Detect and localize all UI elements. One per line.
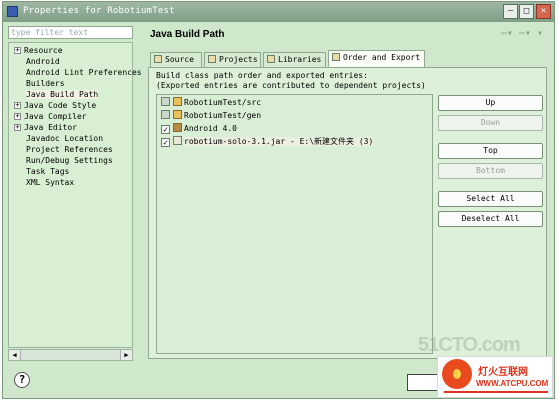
tree-item-builders[interactable]: Builders bbox=[9, 78, 65, 89]
down-button[interactable]: Down bbox=[438, 115, 543, 131]
tree-item-resource[interactable]: + Resource bbox=[9, 45, 63, 56]
preferences-sidebar: type filter text + Resource Android Andro… bbox=[8, 26, 142, 362]
page-title: Java Build Path bbox=[150, 29, 225, 40]
property-page-tree[interactable]: + Resource Android Android Lint Preferenc… bbox=[8, 42, 142, 348]
deselect-all-button[interactable]: Deselect All bbox=[438, 211, 543, 227]
filter-input[interactable]: type filter text bbox=[8, 26, 133, 39]
help-icon[interactable]: ? bbox=[14, 372, 30, 388]
logo-chinese-text: 灯火互联网 bbox=[478, 367, 528, 378]
source-folder-icon bbox=[173, 97, 182, 106]
tree-item-java-build-path[interactable]: Java Build Path bbox=[9, 89, 99, 100]
page-header: Java Build Path ⇦▾ ⇨▾ ▾ bbox=[142, 24, 551, 46]
tree-item-java-code-style[interactable]: + Java Code Style bbox=[9, 100, 96, 111]
select-all-button[interactable]: Select All bbox=[438, 191, 543, 207]
eclipse-app-icon bbox=[7, 6, 18, 17]
expand-icon[interactable]: + bbox=[14, 113, 21, 120]
maximize-button[interactable]: □ bbox=[519, 4, 534, 19]
top-button[interactable]: Top bbox=[438, 143, 543, 159]
tree-item-java-compiler[interactable]: + Java Compiler bbox=[9, 111, 87, 122]
classpath-entries-list[interactable]: RobotiumTest/src RobotiumTest/gen ✓ Andro… bbox=[156, 94, 433, 354]
expand-icon[interactable]: + bbox=[14, 102, 21, 109]
logo-url-text: WWW.ATCPU.COM bbox=[476, 379, 549, 388]
export-checkbox[interactable]: ✓ bbox=[161, 138, 170, 147]
close-button[interactable]: ✕ bbox=[536, 4, 551, 19]
libraries-icon bbox=[267, 55, 275, 63]
site-logo-badge: 灯火互联网 WWW.ATCPU.COM bbox=[437, 356, 553, 398]
watermark-51cto: 51CTO.com bbox=[418, 334, 521, 356]
source-folder-icon bbox=[173, 110, 182, 119]
jar-icon bbox=[173, 136, 182, 145]
tab-source[interactable]: Source bbox=[150, 52, 202, 68]
description: Build class path order and exported entr… bbox=[156, 71, 426, 90]
expand-icon[interactable]: + bbox=[14, 47, 21, 54]
export-checkbox[interactable] bbox=[161, 97, 170, 106]
order-export-panel: Build class path order and exported entr… bbox=[148, 67, 547, 359]
title-bar[interactable]: Properties for RobotiumTest – □ ✕ bbox=[3, 2, 554, 22]
library-icon bbox=[173, 123, 182, 132]
expand-icon[interactable]: + bbox=[14, 124, 21, 131]
up-button[interactable]: Up bbox=[438, 95, 543, 111]
view-menu-icon[interactable]: ▾ bbox=[537, 28, 543, 39]
forward-arrow-icon[interactable]: ⇨▾ bbox=[519, 28, 531, 39]
list-item[interactable]: ✓ robotium-solo-3.1.jar - E:\新建文件夹 (3) bbox=[161, 136, 374, 148]
list-item[interactable]: RobotiumTest/src bbox=[161, 97, 261, 109]
tree-item-java-editor[interactable]: + Java Editor bbox=[9, 122, 77, 133]
window-title: Properties for RobotiumTest bbox=[23, 6, 175, 16]
export-checkbox[interactable] bbox=[161, 110, 170, 119]
scroll-left-icon[interactable]: ◀ bbox=[9, 350, 21, 360]
list-item[interactable]: RobotiumTest/gen bbox=[161, 110, 261, 122]
source-folder-icon bbox=[154, 55, 162, 63]
tree-item-android[interactable]: Android bbox=[9, 56, 60, 67]
horizontal-scrollbar[interactable]: ◀ ▶ bbox=[8, 349, 133, 361]
scroll-right-icon[interactable]: ▶ bbox=[120, 350, 132, 360]
tab-order-and-export[interactable]: Order and Export bbox=[328, 50, 425, 68]
back-arrow-icon[interactable]: ⇦▾ bbox=[501, 28, 513, 39]
tab-libraries[interactable]: Libraries bbox=[263, 52, 326, 68]
tab-projects[interactable]: Projects bbox=[204, 52, 261, 68]
list-item[interactable]: ✓ Android 4.0 bbox=[161, 123, 237, 135]
tree-item-task-tags[interactable]: Task Tags bbox=[9, 166, 69, 177]
bottom-button[interactable]: Bottom bbox=[438, 163, 543, 179]
tree-item-xml-syntax[interactable]: XML Syntax bbox=[9, 177, 74, 188]
navigation-arrows[interactable]: ⇦▾ ⇨▾ ▾ bbox=[501, 28, 543, 39]
export-checkbox[interactable]: ✓ bbox=[161, 125, 170, 134]
projects-icon bbox=[208, 55, 216, 63]
tree-item-run-debug-settings[interactable]: Run/Debug Settings bbox=[9, 155, 113, 166]
minimize-button[interactable]: – bbox=[503, 4, 518, 19]
tree-item-project-references[interactable]: Project References bbox=[9, 144, 113, 155]
tree-item-android-lint[interactable]: Android Lint Preferences bbox=[9, 67, 142, 78]
tree-item-javadoc-location[interactable]: Javadoc Location bbox=[9, 133, 103, 144]
order-export-icon bbox=[332, 53, 340, 61]
